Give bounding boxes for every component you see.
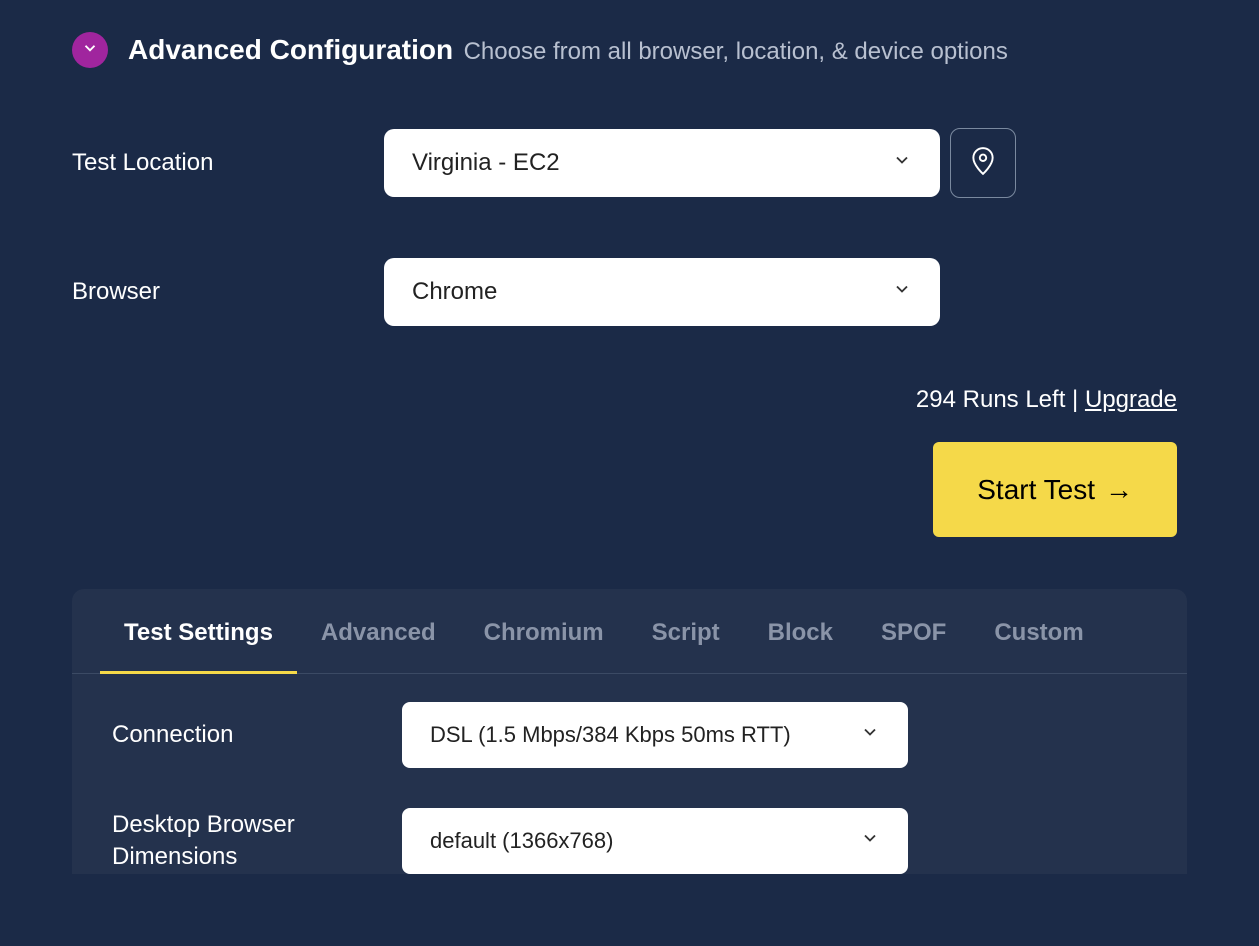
browser-select[interactable]: Chrome (384, 258, 940, 326)
chevron-down-icon (860, 828, 880, 854)
chevron-down-icon (892, 149, 912, 177)
map-pick-button[interactable] (950, 128, 1016, 198)
location-label: Test Location (72, 149, 384, 177)
dimensions-label: Desktop Browser Dimensions (112, 809, 402, 874)
arrow-right-icon: → (1105, 474, 1133, 506)
header-title: Advanced Configuration (128, 34, 453, 65)
header-subtitle: Choose from all browser, location, & dev… (464, 38, 1008, 65)
location-value: Virginia - EC2 (412, 149, 560, 177)
dimensions-select[interactable]: default (1366x768) (402, 808, 908, 874)
tab-custom[interactable]: Custom (970, 589, 1107, 673)
browser-label: Browser (72, 278, 384, 306)
tab-script[interactable]: Script (628, 589, 744, 673)
browser-row: Browser Chrome (72, 258, 1187, 326)
tab-chromium[interactable]: Chromium (460, 589, 628, 673)
collapse-toggle[interactable] (72, 32, 108, 68)
connection-value: DSL (1.5 Mbps/384 Kbps 50ms RTT) (430, 722, 791, 748)
location-row: Test Location Virginia - EC2 (72, 128, 1187, 198)
dimensions-row: Desktop Browser Dimensions default (1366… (112, 808, 1147, 874)
map-pin-icon (970, 146, 996, 181)
connection-label: Connection (112, 719, 402, 751)
start-label: Start Test (977, 474, 1095, 506)
panel-body: Connection DSL (1.5 Mbps/384 Kbps 50ms R… (72, 674, 1187, 874)
upgrade-link[interactable]: Upgrade (1085, 386, 1177, 413)
connection-select[interactable]: DSL (1.5 Mbps/384 Kbps 50ms RTT) (402, 702, 908, 768)
dimensions-value: default (1366x768) (430, 828, 613, 854)
advanced-config-header: Advanced Configuration Choose from all b… (72, 32, 1187, 68)
tab-test-settings[interactable]: Test Settings (100, 589, 297, 673)
browser-value: Chrome (412, 278, 497, 306)
tabs: Test Settings Advanced Chromium Script B… (72, 589, 1187, 674)
runs-text: 294 Runs Left | Upgrade (72, 386, 1177, 414)
tab-block[interactable]: Block (744, 589, 857, 673)
location-select[interactable]: Virginia - EC2 (384, 129, 940, 197)
tab-spof[interactable]: SPOF (857, 589, 970, 673)
settings-panel: Test Settings Advanced Chromium Script B… (72, 589, 1187, 874)
chevron-down-icon (892, 278, 912, 306)
start-test-button[interactable]: Start Test → (933, 442, 1177, 537)
runs-left: 294 Runs Left (916, 386, 1065, 413)
runs-row: 294 Runs Left | Upgrade Start Test → (72, 386, 1177, 537)
chevron-down-icon (860, 722, 880, 748)
tab-advanced[interactable]: Advanced (297, 589, 460, 673)
connection-row: Connection DSL (1.5 Mbps/384 Kbps 50ms R… (112, 702, 1147, 768)
chevron-down-icon (81, 39, 99, 62)
